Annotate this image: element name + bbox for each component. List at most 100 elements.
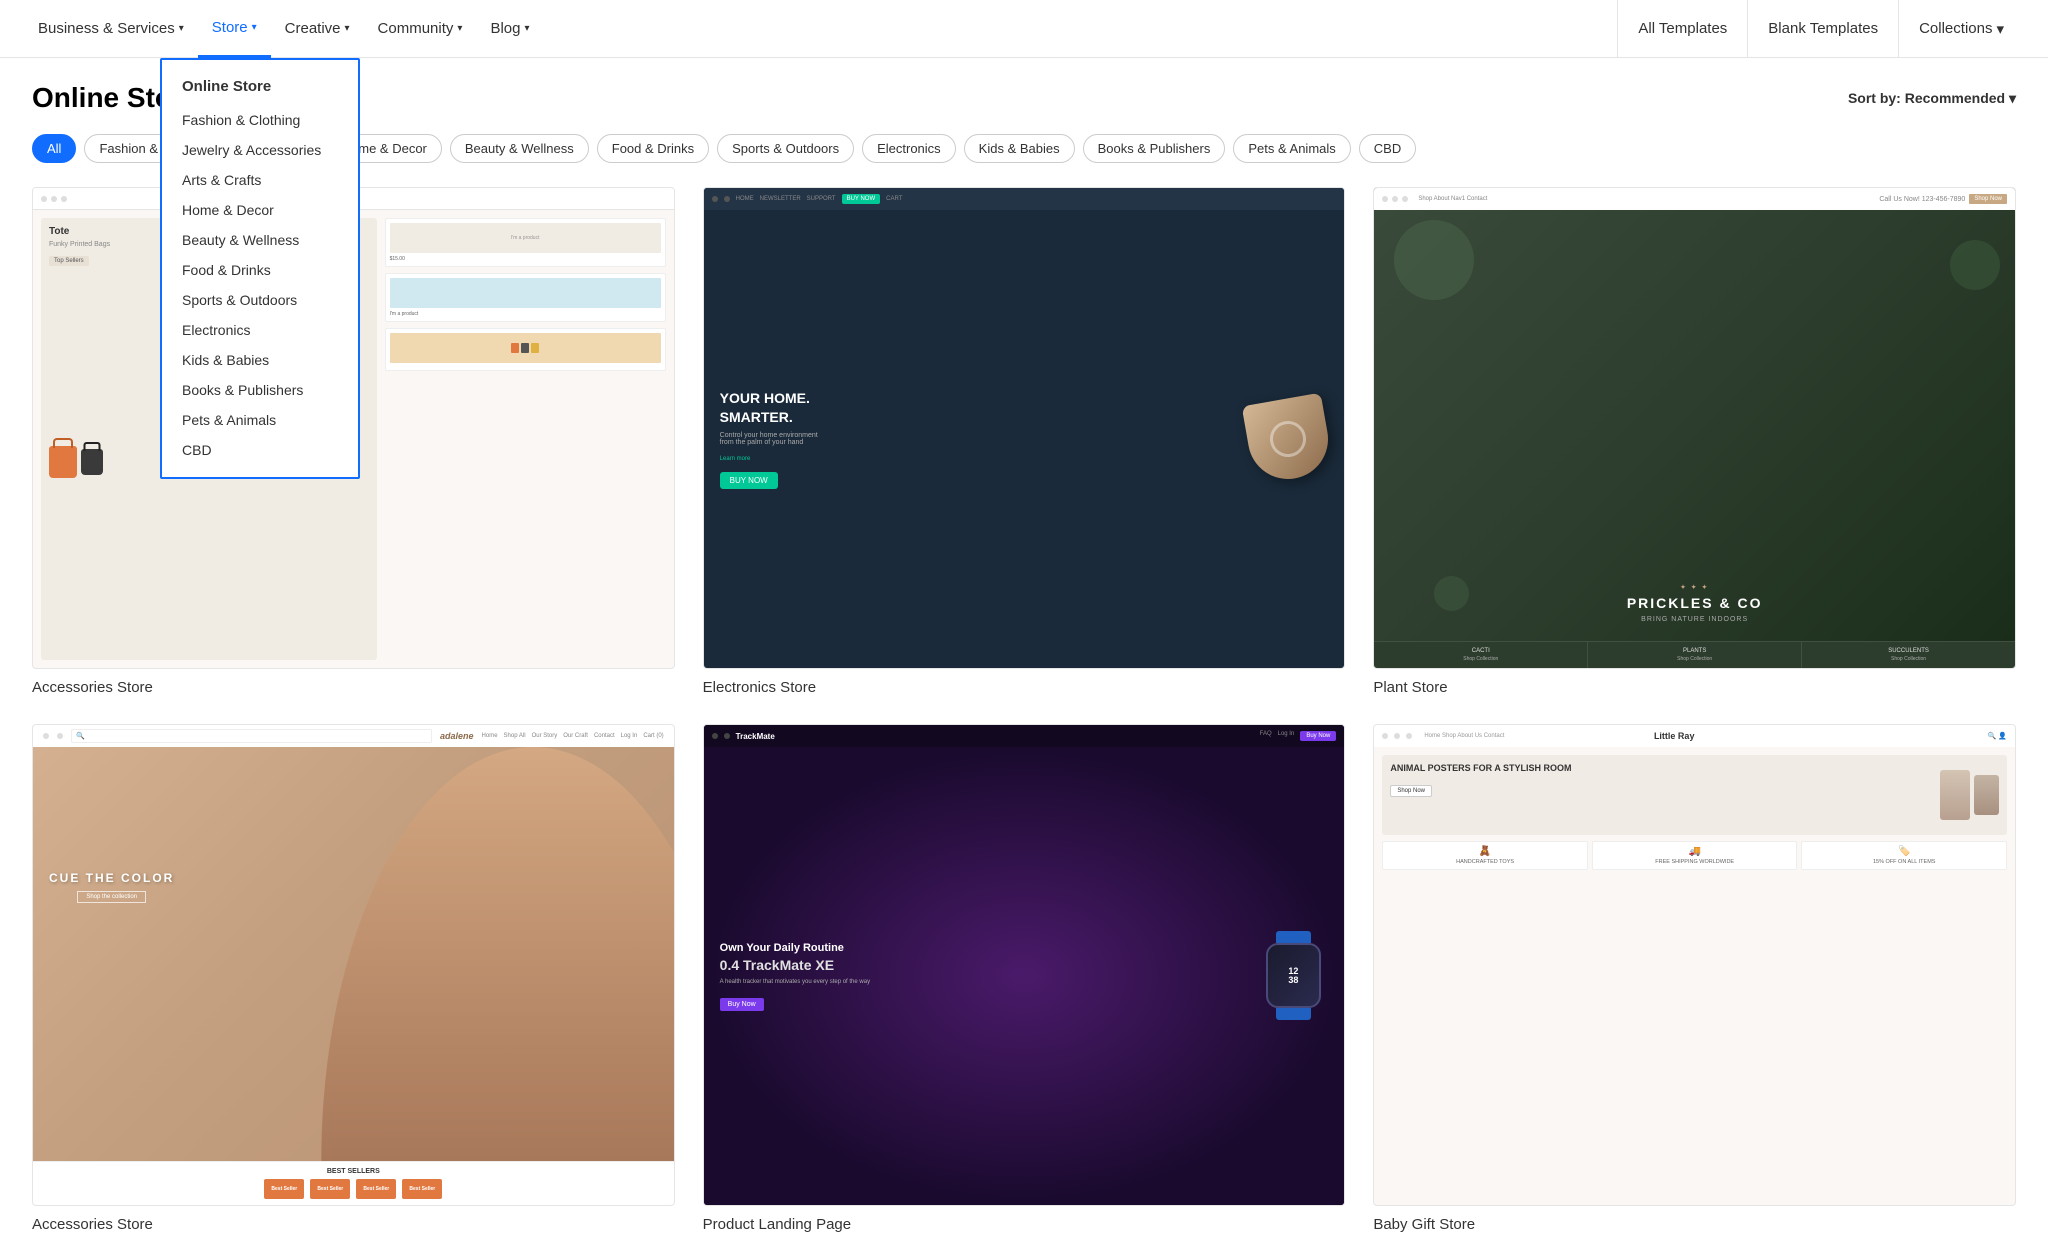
adalene-nav: Home Shop All Our Story Our Craft Contac… xyxy=(482,733,664,739)
trackmate-text: Own Your Daily Routine0.4 TrackMate XE A… xyxy=(720,941,1249,1012)
baby-feature-1: 🧸 HANDCRAFTED TOYS xyxy=(1382,841,1588,870)
dot-2 xyxy=(1394,733,1400,739)
template-thumb-plant: Shop About Nav1 Contact Call Us Now! 123… xyxy=(1373,187,2016,669)
filter-tab-cbd[interactable]: CBD xyxy=(1359,134,1416,163)
dot-3 xyxy=(1406,733,1412,739)
product-badge-2: Best Seller xyxy=(310,1179,350,1199)
plant-browser-bar: Shop About Nav1 Contact Call Us Now! 123… xyxy=(1374,188,2015,210)
dropdown-title: Online Store xyxy=(162,72,358,105)
adalene-headline: CUE THE COLOR xyxy=(49,871,174,885)
filter-tab-kids[interactable]: Kids & Babies xyxy=(964,134,1075,163)
template-card-electronics[interactable]: HOME NEWSLETTER SUPPORT BUY NOW CART YOU… xyxy=(703,187,1346,696)
dropdown-item-fashion[interactable]: Fashion & Clothing xyxy=(162,105,358,135)
dropdown-item-jewelry[interactable]: Jewelry & Accessories xyxy=(162,135,358,165)
plant-footer-cacti-label: CACTI xyxy=(1380,648,1581,654)
baby-hero: ANIMAL POSTERS FOR A STYLISH ROOM Shop N… xyxy=(1382,755,2007,835)
dot-1 xyxy=(712,196,718,202)
filter-tab-all[interactable]: All xyxy=(32,134,76,163)
nav-cart: Cart (0) xyxy=(643,733,663,739)
chevron-down-icon: ▾ xyxy=(252,22,257,33)
baby-feature-2: 🚚 FREE SHIPPING WORLDWIDE xyxy=(1592,841,1798,870)
nav-blog[interactable]: Blog ▾ xyxy=(476,0,543,58)
sort-by-control[interactable]: Sort by: Recommended ▾ xyxy=(1848,90,2016,107)
electronics-content: YOUR HOME.SMARTER. Control your home env… xyxy=(704,210,1345,668)
dropdown-item-beauty[interactable]: Beauty & Wellness xyxy=(162,225,358,255)
nav-faq: FAQ xyxy=(1260,731,1272,741)
template-card-baby[interactable]: Home Shop About Us Contact Little Ray 🔍 … xyxy=(1373,724,2016,1233)
trackmate-buy-btn: Buy Now xyxy=(1300,731,1336,741)
template-thumb-adalene: 🔍 adalene Home Shop All Our Story Our Cr… xyxy=(32,724,675,1206)
dropdown-item-kids[interactable]: Kids & Babies xyxy=(162,345,358,375)
nav-creative[interactable]: Creative ▾ xyxy=(271,0,364,58)
dropdown-item-electronics[interactable]: Electronics xyxy=(162,315,358,345)
dot-3 xyxy=(1402,196,1408,202)
dropdown-item-sports[interactable]: Sports & Outdoors xyxy=(162,285,358,315)
baby-feature-3: 🏷️ 15% OFF ON ALL ITEMS xyxy=(1801,841,2007,870)
dropdown-item-pets[interactable]: Pets & Animals xyxy=(162,405,358,435)
baby-hero-title: ANIMAL POSTERS FOR A STYLISH ROOM xyxy=(1390,763,1932,775)
nav-login: Log In xyxy=(1278,731,1295,741)
chevron-down-icon: ▾ xyxy=(524,23,529,34)
nav-business-services[interactable]: Business & Services ▾ xyxy=(24,0,198,58)
dot-2 xyxy=(724,733,730,739)
trackmate-browser-bar: TrackMate FAQ Log In Buy Now xyxy=(704,725,1345,747)
product-mini-img-2 xyxy=(390,278,661,308)
dropdown-item-cbd[interactable]: CBD xyxy=(162,435,358,465)
chevron-down-icon: ▾ xyxy=(179,23,184,34)
filter-tab-electronics[interactable]: Electronics xyxy=(862,134,956,163)
template-thumb-trackmate: TrackMate FAQ Log In Buy Now Own Your Da… xyxy=(703,724,1346,1206)
dot-2 xyxy=(51,196,57,202)
template-card-trackmate[interactable]: TrackMate FAQ Log In Buy Now Own Your Da… xyxy=(703,724,1346,1233)
nav-community[interactable]: Community ▾ xyxy=(364,0,477,58)
nav-all-templates[interactable]: All Templates xyxy=(1617,0,1747,58)
template-name-baby: Baby Gift Store xyxy=(1373,1216,2016,1233)
nav-contact: Contact xyxy=(594,733,615,739)
trackmate-hero-content: Own Your Daily Routine0.4 TrackMate XE A… xyxy=(704,747,1345,1205)
tote-subtitle: Funky Printed Bags xyxy=(49,241,110,248)
circle-2 xyxy=(1950,240,2000,290)
dropdown-item-food[interactable]: Food & Drinks xyxy=(162,255,358,285)
plant-hero-content: ✦ ✦ ✦ PRICKLES & CO BRING NATURE INDOORS xyxy=(1374,210,2015,641)
filter-tab-sports[interactable]: Sports & Outdoors xyxy=(717,134,854,163)
filter-tab-beauty[interactable]: Beauty & Wellness xyxy=(450,134,589,163)
nav-login: Log In xyxy=(621,733,638,739)
template-card-accessories-2[interactable]: 🔍 adalene Home Shop All Our Story Our Cr… xyxy=(32,724,675,1233)
plant-footer-plants-label: PLANTS xyxy=(1594,648,1795,654)
plant-brand-name: PRICKLES & CO xyxy=(1627,595,1763,611)
dot-2 xyxy=(57,733,63,739)
electronics-headline: YOUR HOME.SMARTER. xyxy=(720,389,1233,425)
template-thumb-baby: Home Shop About Us Contact Little Ray 🔍 … xyxy=(1373,724,2016,1206)
chevron-down-icon: ▾ xyxy=(2009,90,2016,106)
dot-2 xyxy=(724,196,730,202)
handcraft-icon: 🧸 xyxy=(1387,846,1583,857)
adalene-search-bar: 🔍 xyxy=(71,729,432,743)
baby-shop-btn: Shop Now xyxy=(1390,785,1432,797)
baby-product-img-1 xyxy=(1940,770,1970,820)
nav-collections[interactable]: Collections ▾ xyxy=(1898,0,2024,58)
product-mini-1: I'm a product $15.00 xyxy=(385,218,666,267)
plant-footer-succulents-label: SUCCULENTS xyxy=(1808,648,2009,654)
learn-more-link: Learn more xyxy=(720,456,1233,462)
filter-tab-food[interactable]: Food & Drinks xyxy=(597,134,709,163)
dropdown-item-arts[interactable]: Arts & Crafts xyxy=(162,165,358,195)
dropdown-item-books[interactable]: Books & Publishers xyxy=(162,375,358,405)
nav-left-items: Business & Services ▾ Store ▾ Creative ▾… xyxy=(24,0,544,58)
template-name-accessories-1: Accessories Store xyxy=(32,679,675,696)
template-thumb-electronics: HOME NEWSLETTER SUPPORT BUY NOW CART YOU… xyxy=(703,187,1346,669)
product-mini-3 xyxy=(385,328,666,371)
trackmate-cta-btn: Buy Now xyxy=(720,998,764,1011)
nav-blank-templates[interactable]: Blank Templates xyxy=(1747,0,1898,58)
nav-cart: CART xyxy=(886,196,902,202)
plant-footer-plants: PLANTS Shop Collection xyxy=(1588,642,1802,668)
nav-store[interactable]: Store ▾ xyxy=(198,0,271,58)
dropdown-item-homedecor[interactable]: Home & Decor xyxy=(162,195,358,225)
product-mini-img-3 xyxy=(390,333,661,363)
filter-tab-pets[interactable]: Pets & Animals xyxy=(1233,134,1350,163)
nav-right-items: All Templates Blank Templates Collection… xyxy=(1617,0,2024,58)
nav-home: HOME xyxy=(736,196,754,202)
template-card-plant[interactable]: Shop About Nav1 Contact Call Us Now! 123… xyxy=(1373,187,2016,696)
filter-tab-books[interactable]: Books & Publishers xyxy=(1083,134,1226,163)
chevron-down-icon: ▾ xyxy=(345,23,350,34)
plant-footer-plants-link: Shop Collection xyxy=(1594,656,1795,662)
plant-footer-succulents-link: Shop Collection xyxy=(1808,656,2009,662)
